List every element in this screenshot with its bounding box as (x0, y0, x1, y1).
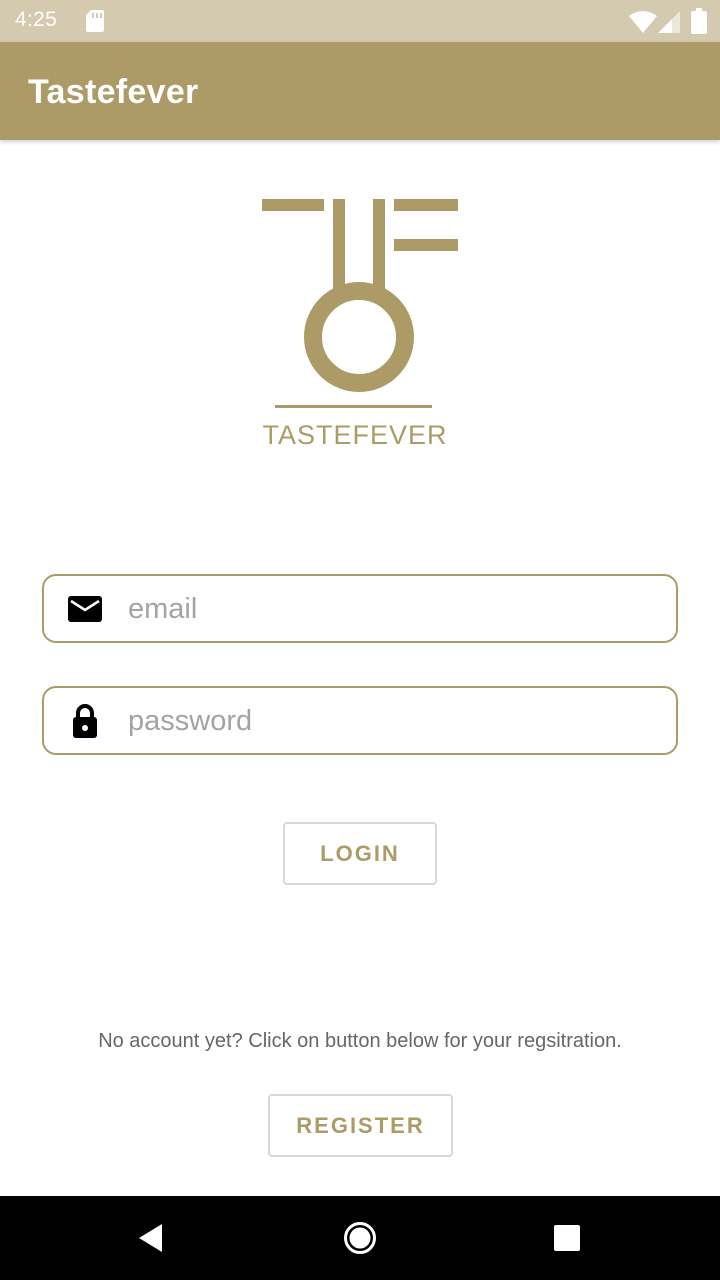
registration-hint: No account yet? Click on button below fo… (98, 1030, 622, 1052)
app-title: Tastefever (28, 73, 199, 111)
status-bar: 4:25 (0, 0, 720, 42)
signal-icon (658, 11, 680, 33)
tastefever-logo (262, 199, 458, 408)
app-bar: Tastefever (0, 42, 720, 140)
status-time: 4:25 (15, 8, 58, 31)
password-input[interactable] (126, 698, 656, 744)
lock-icon (73, 704, 97, 738)
mail-icon (68, 596, 102, 622)
navigation-bar (0, 1196, 720, 1280)
recents-icon[interactable] (553, 1218, 581, 1258)
password-field[interactable] (42, 686, 678, 755)
login-button[interactable]: LOGIN (283, 822, 437, 885)
email-input[interactable] (126, 586, 656, 632)
register-button[interactable]: REGISTER (268, 1094, 453, 1157)
wifi-icon (629, 11, 657, 33)
sd-card-icon (86, 10, 104, 32)
email-field[interactable] (42, 574, 678, 643)
logo-text: TASTEFEVER (262, 420, 448, 450)
home-icon[interactable] (343, 1218, 377, 1258)
battery-icon (691, 8, 707, 34)
back-icon[interactable] (136, 1218, 164, 1258)
